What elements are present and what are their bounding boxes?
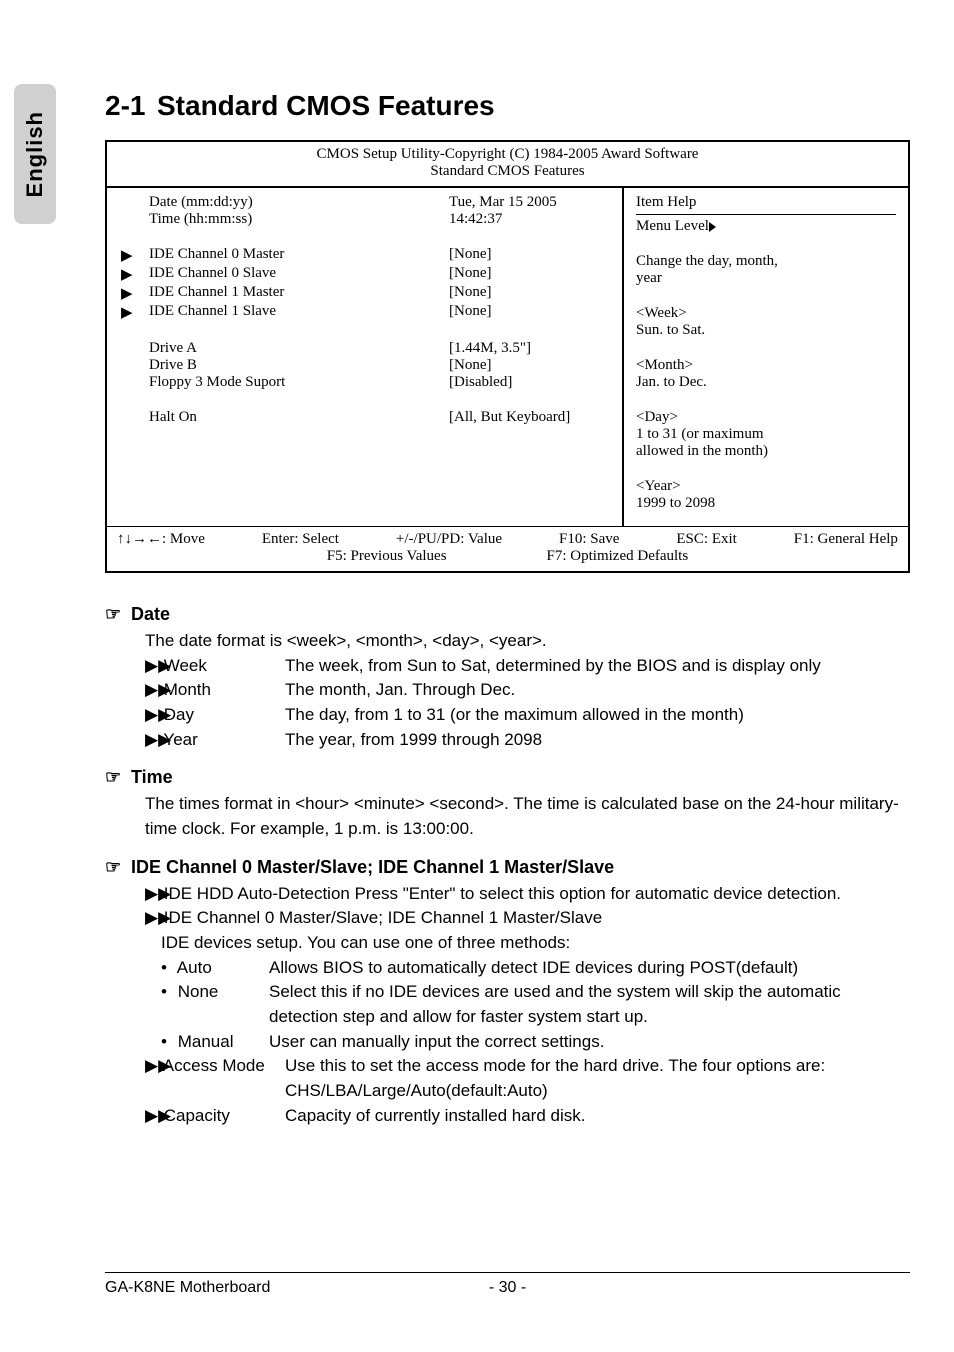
value-halt: [All, But Keyboard] [449,409,610,426]
section-title: 2-1Standard CMOS Features [105,90,910,122]
help-line: Change the day, month, [636,253,896,270]
value-ide0s: [None] [449,265,610,284]
year-k: Year [163,730,197,749]
method-none-k: None [178,982,219,1001]
week-v: The week, from Sun to Sat, determined by… [285,654,821,679]
method-manual-k: Manual [178,1032,234,1051]
help-line: <Month> [636,357,896,374]
ide-setup: IDE devices setup. You can use one of th… [161,931,910,956]
help-title: Item Help [636,194,896,211]
hand-icon: ☞ [105,601,131,627]
value-floppy: [Disabled] [449,374,610,391]
chevron-right-icon [709,222,716,232]
label-ide0m: IDE Channel 0 Master [149,246,449,265]
bios-header: CMOS Setup Utility-Copyright (C) 1984-20… [107,142,908,187]
label-drive-a: Drive A [149,340,449,357]
footer-left: GA-K8NE Motherboard [105,1279,458,1297]
heading-ide: IDE Channel 0 Master/Slave; IDE Channel … [131,857,614,877]
help-line: year [636,270,896,287]
week-k: Week [164,656,207,675]
foot-f1: F1: General Help [794,531,898,548]
label-ide0s: IDE Channel 0 Slave [149,265,449,284]
value-ide0m: [None] [449,246,610,265]
capacity-k: Capacity [164,1106,230,1125]
date-intro: The date format is <week>, <month>, <day… [145,629,910,654]
heading-date: Date [131,604,170,624]
ide-sub: IDE Channel 0 Master/Slave; IDE Channel … [164,908,602,927]
help-line: Sun. to Sat. [636,322,896,339]
label-ide1m: IDE Channel 1 Master [149,284,449,303]
section-number: 2-1 [105,90,157,122]
label-date: Date (mm:dd:yy) [149,194,449,211]
label-time: Time (hh:mm:ss) [149,211,449,228]
foot-move: ↑↓→←: Move [117,531,205,548]
section-title-text: Standard CMOS Features [157,90,495,121]
help-line: Jan. to Dec. [636,374,896,391]
help-line: 1999 to 2098 [636,495,896,512]
foot-f10: F10: Save [559,531,619,548]
value-ide1s: [None] [449,303,610,322]
foot-f7: F7: Optimized Defaults [547,548,689,565]
bios-header-line2: Standard CMOS Features [113,163,902,180]
method-manual-v: User can manually input the correct sett… [269,1030,604,1055]
month-v: The month, Jan. Through Dec. [285,678,515,703]
heading-time: Time [131,767,173,787]
bios-header-line1: CMOS Setup Utility-Copyright (C) 1984-20… [113,146,902,163]
method-auto-v: Allows BIOS to automatically detect IDE … [269,956,798,981]
hand-icon: ☞ [105,854,131,880]
value-time: 14:42:37 [449,211,610,228]
value-drive-b: [None] [449,357,610,374]
footer-page-number: - 30 - [458,1279,558,1297]
language-tab: English [14,84,56,224]
help-line: allowed in the month) [636,443,896,460]
foot-esc: ESC: Exit [676,531,736,548]
language-label: English [22,111,48,197]
help-line: 1 to 31 (or maximum [636,426,896,443]
time-text: The times format in <hour> <minute> <sec… [145,792,910,841]
value-ide1m: [None] [449,284,610,303]
value-drive-a: [1.44M, 3.5"] [449,340,610,357]
help-line: <Week> [636,305,896,322]
ide-auto: IDE HDD Auto-Detection Press "Enter" to … [164,884,841,903]
day-v: The day, from 1 to 31 (or the maximum al… [285,703,744,728]
access-k: Access Mode [163,1056,265,1075]
year-v: The year, from 1999 through 2098 [285,728,542,753]
help-menu-level: Menu Level [636,218,896,235]
foot-pupd: +/-/PU/PD: Value [396,531,502,548]
label-ide1s: IDE Channel 1 Slave [149,303,449,322]
value-date: Tue, Mar 15 2005 [449,194,610,211]
label-floppy: Floppy 3 Mode Suport [149,374,449,391]
label-drive-b: Drive B [149,357,449,374]
label-halt: Halt On [149,409,449,426]
method-auto-k: Auto [177,958,212,977]
bios-footer: ↑↓→←: Move Enter: Select +/-/PU/PD: Valu… [107,526,908,571]
capacity-v: Capacity of currently installed hard dis… [285,1104,585,1129]
method-none-v1: Select this if no IDE devices are used a… [269,980,841,1005]
page-footer: GA-K8NE Motherboard - 30 - [105,1272,910,1297]
method-none-v2: detection step and allow for faster syst… [269,1005,648,1030]
bios-help-panel: Item Help Menu Level Change the day, mon… [624,188,908,526]
bios-screenshot: CMOS Setup Utility-Copyright (C) 1984-20… [105,140,910,573]
day-k: Day [164,705,194,724]
help-line: <Year> [636,478,896,495]
access-v1: Use this to set the access mode for the … [285,1054,825,1079]
description-block: ☞Date The date format is <week>, <month>… [105,601,910,1128]
bios-left-panel: Date (mm:dd:yy)Tue, Mar 15 2005 Time (hh… [107,188,624,526]
foot-enter: Enter: Select [262,531,339,548]
access-v2: CHS/LBA/Large/Auto(default:Auto) [285,1079,548,1104]
hand-icon: ☞ [105,764,131,790]
help-line: <Day> [636,409,896,426]
month-k: Month [164,680,211,699]
foot-f5: F5: Previous Values [327,548,447,565]
